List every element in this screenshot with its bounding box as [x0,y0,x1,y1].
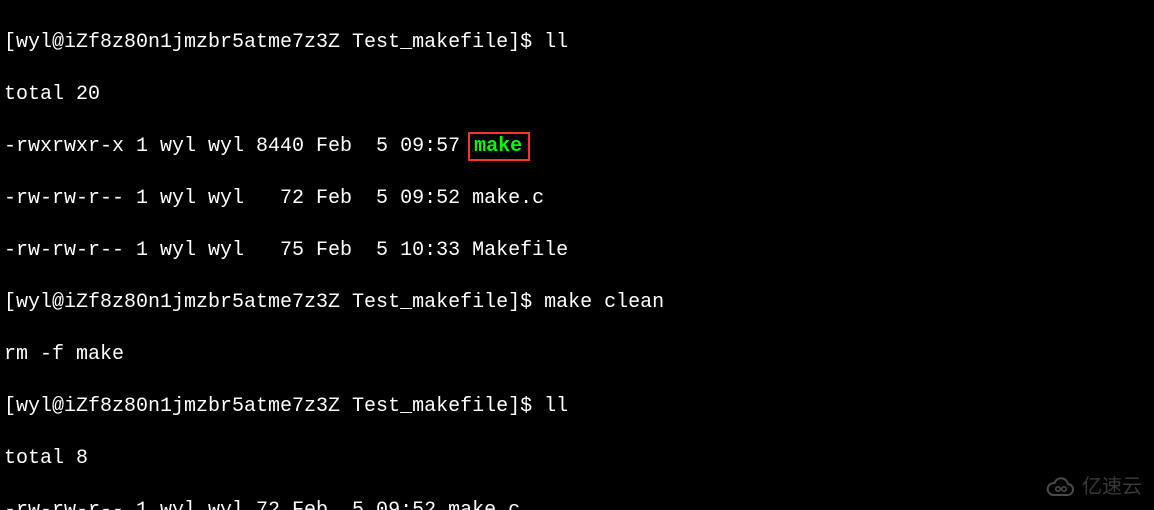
ls-row-executable: -rwxrwxr-x 1 wyl wyl 8440 Feb 5 09:57 ma… [4,134,1150,160]
shell-prompt: [wyl@iZf8z80n1jmzbr5atme7z3Z Test_makefi… [4,31,544,54]
terminal[interactable]: [wyl@iZf8z80n1jmzbr5atme7z3Z Test_makefi… [0,0,1154,510]
output-total: total 8 [4,446,1150,472]
command-input: ll [544,395,568,418]
ls-row: -rw-rw-r-- 1 wyl wyl 75 Feb 5 10:33 Make… [4,238,1150,264]
command-input: ll [544,31,568,54]
shell-prompt: [wyl@iZf8z80n1jmzbr5atme7z3Z Test_makefi… [4,291,544,314]
output-total: total 20 [4,82,1150,108]
ls-row: -rw-rw-r-- 1 wyl wyl 72 Feb 5 09:52 make… [4,498,1150,510]
terminal-line: [wyl@iZf8z80n1jmzbr5atme7z3Z Test_makefi… [4,290,1150,316]
command-input: make clean [544,291,664,314]
ls-row-meta: -rwxrwxr-x 1 wyl wyl 8440 Feb 5 09:57 [4,135,460,158]
terminal-line: [wyl@iZf8z80n1jmzbr5atme7z3Z Test_makefi… [4,394,1150,420]
ls-row: -rw-rw-r-- 1 wyl wyl 72 Feb 5 09:52 make… [4,186,1150,212]
highlight-annotation: make [468,132,530,161]
output-rm: rm -f make [4,342,1150,368]
shell-prompt: [wyl@iZf8z80n1jmzbr5atme7z3Z Test_makefi… [4,395,544,418]
file-make-executable: make [474,135,522,158]
terminal-line: [wyl@iZf8z80n1jmzbr5atme7z3Z Test_makefi… [4,30,1150,56]
